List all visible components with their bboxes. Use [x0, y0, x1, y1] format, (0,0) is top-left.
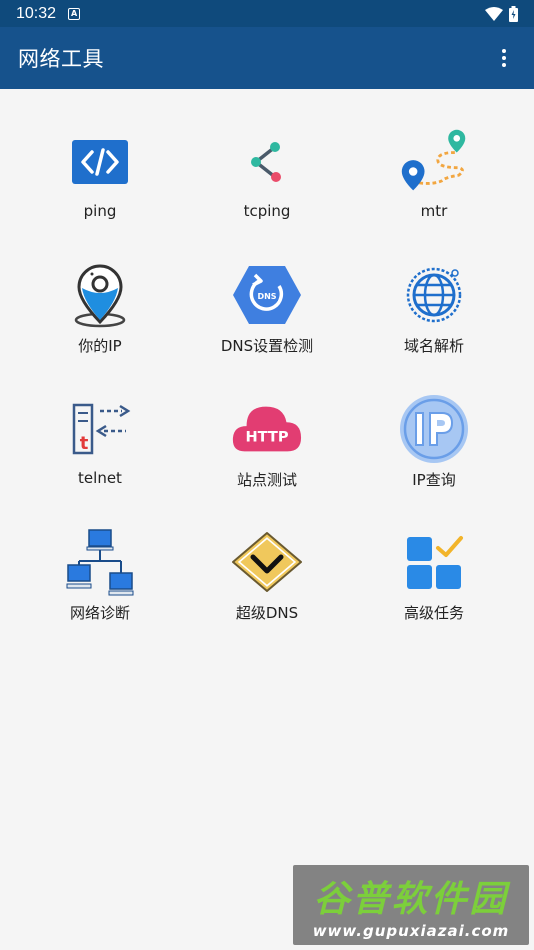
tool-mtr[interactable]: mtr [345, 89, 523, 222]
route-map-icon [398, 126, 470, 198]
tool-label: 超级DNS [235, 604, 299, 622]
tool-label: 域名解析 [403, 337, 464, 355]
watermark-title: 谷普软件园 [313, 879, 509, 920]
notification-icon: A [68, 7, 81, 20]
tool-super-dns[interactable]: 超级DNS [178, 489, 356, 622]
tool-my-ip[interactable]: 你的IP [11, 222, 189, 355]
tool-advanced-tasks[interactable]: 高级任务 [345, 489, 523, 622]
status-icons [485, 5, 518, 22]
tool-label: 高级任务 [403, 604, 464, 622]
tool-ip-lookup[interactable]: IP查询 [345, 356, 523, 489]
tool-label: ping [83, 202, 117, 220]
chevron-badge-icon [231, 526, 303, 598]
tool-label: DNS设置检测 [220, 337, 314, 355]
svg-text:t: t [80, 433, 89, 454]
telnet-icon: t [64, 393, 136, 465]
globe-icon [398, 259, 470, 331]
tool-ping[interactable]: ping [11, 89, 189, 222]
code-icon [64, 126, 136, 198]
tool-label: 站点测试 [236, 471, 297, 489]
tool-domain-resolve[interactable]: 域名解析 [345, 222, 523, 355]
dns-refresh-icon: DNS [231, 259, 303, 331]
tool-tcping[interactable]: tcping [178, 89, 356, 222]
tool-label: tcping [243, 202, 291, 220]
location-pin-icon [64, 259, 136, 331]
tasks-grid-icon [398, 526, 470, 598]
battery-icon [509, 5, 518, 22]
tool-site-test[interactable]: HTTP 站点测试 [178, 356, 356, 489]
tool-label: 你的IP [78, 337, 122, 355]
tool-dns-check[interactable]: DNS DNS设置检测 [178, 222, 356, 355]
page-title: 网络工具 [18, 47, 104, 71]
svg-text:HTTP: HTTP [245, 429, 288, 446]
network-computers-icon [64, 526, 136, 598]
tool-label: 网络诊断 [69, 604, 130, 622]
more-vert-icon-dot [502, 56, 506, 60]
tool-label: telnet [78, 469, 122, 487]
share-nodes-icon [231, 126, 303, 198]
tool-network-diagnosis[interactable]: 网络诊断 [11, 489, 189, 622]
watermark: 谷普软件园 www.gupuxiazai.com [293, 865, 529, 945]
status-bar: 10:32 A [0, 0, 534, 27]
more-options-button[interactable] [492, 38, 516, 78]
wifi-icon [485, 6, 503, 21]
tool-label: mtr [420, 202, 448, 220]
watermark-url: www.gupuxiazai.com [312, 922, 510, 940]
status-time: 10:32 [16, 4, 57, 22]
ip-badge-icon [398, 393, 470, 465]
app-bar: 网络工具 [0, 27, 534, 89]
more-vert-icon-dot [502, 49, 506, 53]
tool-telnet[interactable]: t telnet [11, 356, 189, 489]
tool-label: IP查询 [412, 471, 456, 489]
http-cloud-icon: HTTP [231, 393, 303, 465]
more-vert-icon-dot [502, 63, 506, 67]
svg-text:DNS: DNS [257, 292, 276, 301]
